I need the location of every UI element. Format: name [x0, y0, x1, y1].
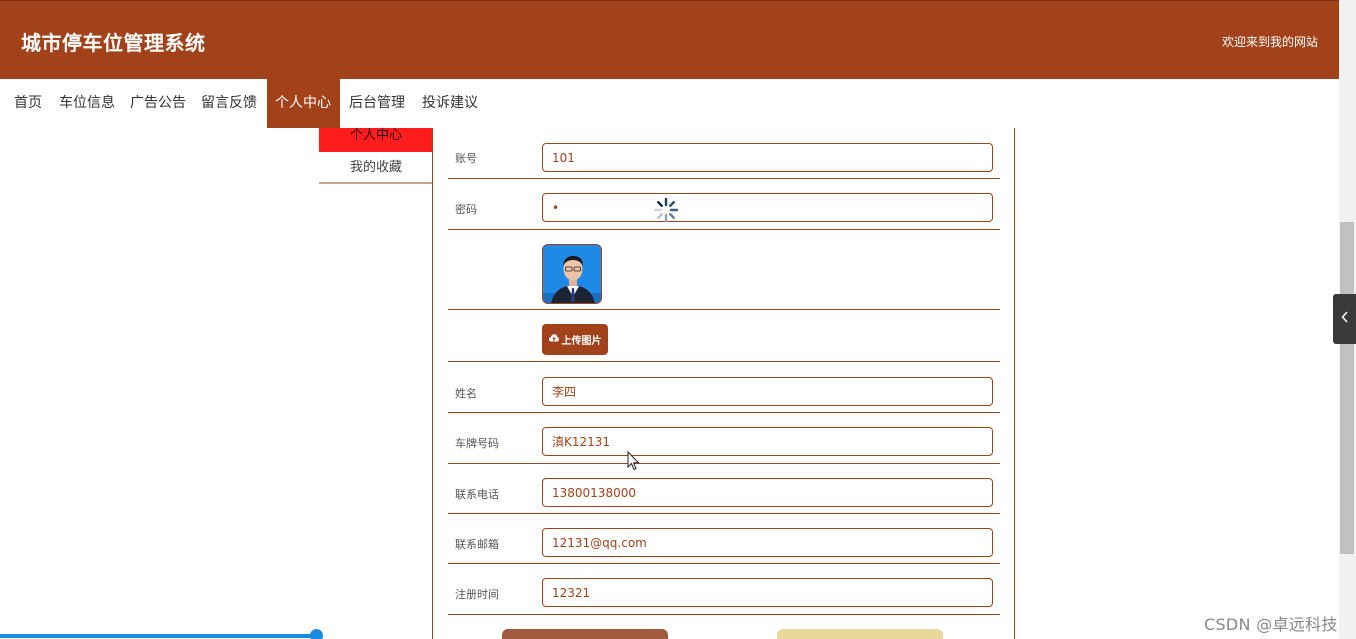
submenu-item-favorites[interactable]: 我的收藏	[319, 152, 433, 184]
update-button[interactable]	[502, 629, 668, 639]
account-label: 账号	[455, 152, 477, 165]
nav-item-announcements[interactable]: 广告公告	[123, 79, 193, 128]
form-row-avatar	[448, 230, 1000, 310]
phone-label: 联系电话	[455, 488, 499, 501]
name-input[interactable]	[542, 377, 993, 406]
phone-input[interactable]	[542, 478, 993, 507]
register-time-input[interactable]	[542, 578, 993, 607]
nav-item-feedback[interactable]: 留言反馈	[194, 79, 264, 128]
page-scrollbar-thumb[interactable]	[1340, 222, 1354, 554]
submenu-item-personal-center[interactable]: 个人中心	[319, 128, 433, 152]
name-label: 姓名	[455, 387, 477, 400]
loading-spinner-icon	[653, 197, 679, 223]
nav-item-complaints[interactable]: 投诉建议	[415, 79, 485, 128]
avatar-image	[542, 244, 602, 304]
email-input[interactable]	[542, 528, 993, 557]
register-time-label: 注册时间	[455, 588, 499, 601]
watermark-text: CSDN @卓远科技	[1204, 615, 1338, 634]
upload-button-label: 上传图片	[561, 336, 602, 347]
form-row-phone: 联系电话	[448, 464, 1000, 514]
form-row-email: 联系邮箱	[448, 514, 1000, 564]
video-progress-handle[interactable]	[310, 629, 323, 639]
logout-button[interactable]	[777, 629, 943, 639]
form-row-password: 密码	[448, 179, 1000, 230]
nav-item-parking-info[interactable]: 车位信息	[52, 79, 122, 128]
personal-submenu: 个人中心 我的收藏	[319, 128, 433, 184]
chevron-left-icon	[1340, 311, 1349, 327]
site-title: 城市停车位管理系统	[21, 31, 206, 55]
app-root: 城市停车位管理系统 欢迎来到我的网站 首页 车位信息 广告公告 留言反馈 个人中…	[0, 0, 1356, 639]
email-label: 联系邮箱	[455, 538, 499, 551]
site-header: 城市停车位管理系统 欢迎来到我的网站	[0, 0, 1339, 79]
password-label: 密码	[455, 203, 477, 216]
mouse-cursor-icon	[627, 450, 641, 471]
form-row-register-time: 注册时间	[448, 564, 1000, 615]
form-row-name: 姓名	[448, 362, 1000, 413]
main-nav: 首页 车位信息 广告公告 留言反馈 个人中心 后台管理 投诉建议	[0, 79, 1339, 128]
form-row-upload: 上传图片	[448, 310, 1000, 362]
upload-image-button[interactable]: 上传图片	[542, 324, 608, 355]
nav-item-home[interactable]: 首页	[7, 79, 49, 128]
plate-label: 车牌号码	[455, 437, 499, 450]
video-progress-bar[interactable]	[0, 634, 316, 638]
form-row-account: 账号	[448, 128, 1000, 179]
welcome-text: 欢迎来到我的网站	[1221, 35, 1318, 49]
cloud-upload-icon	[548, 334, 559, 345]
profile-form: 账号 密码	[432, 128, 1015, 639]
plate-input[interactable]	[542, 427, 993, 456]
side-panel-toggle[interactable]	[1333, 294, 1356, 344]
password-input[interactable]	[542, 193, 993, 222]
nav-item-admin[interactable]: 后台管理	[342, 79, 412, 128]
form-row-plate: 车牌号码	[448, 413, 1000, 464]
account-input[interactable]	[542, 143, 993, 172]
nav-item-personal-center[interactable]: 个人中心	[267, 79, 340, 128]
